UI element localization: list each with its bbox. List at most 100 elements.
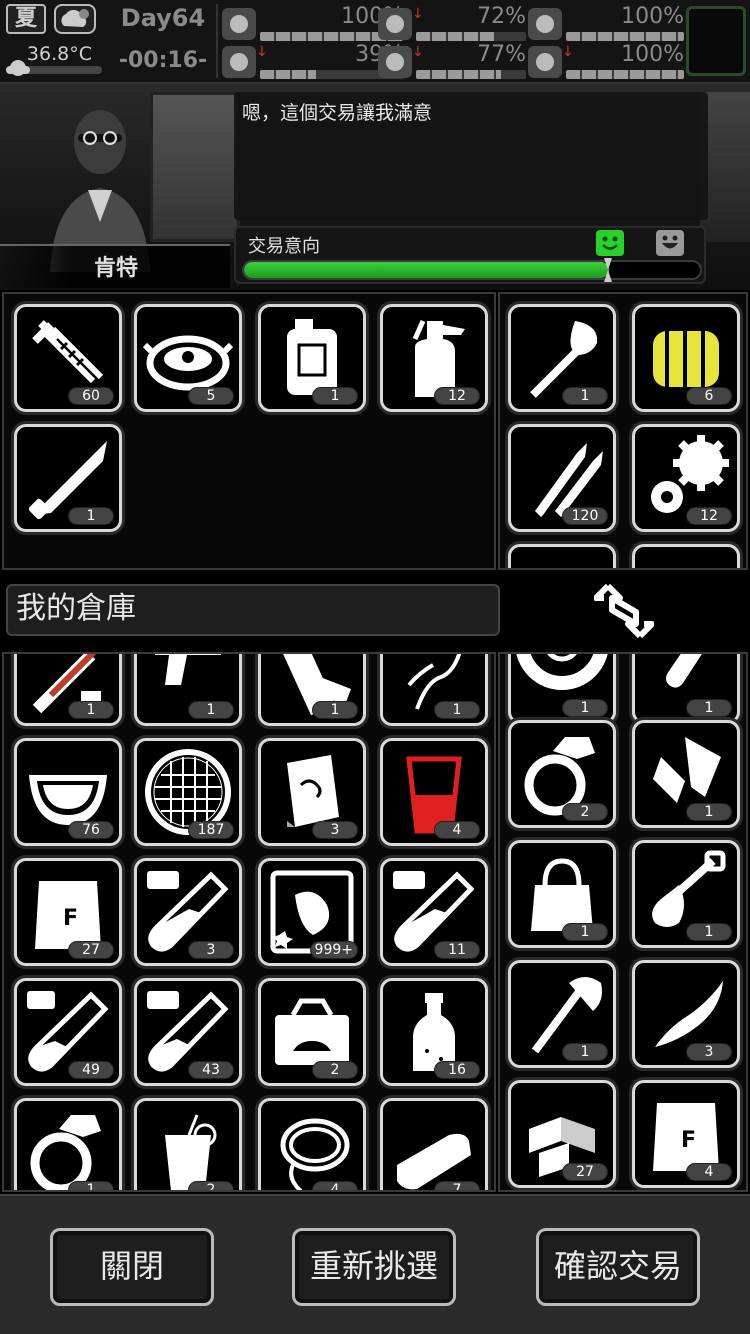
close-button[interactable]: 關閉 — [50, 1228, 214, 1306]
item-count: 187 — [188, 821, 234, 839]
item-count: 2 — [562, 803, 608, 821]
confirm-trade-button[interactable]: 確認交易 — [536, 1228, 700, 1306]
my-item-slot[interactable]: 999+ — [258, 858, 366, 966]
my-item-slot[interactable]: 1 — [258, 654, 366, 726]
item-count: 1 — [312, 387, 358, 405]
npc-item-slot[interactable] — [632, 544, 740, 568]
item-count: 1 — [312, 701, 358, 719]
rope-icon — [280, 1118, 350, 1190]
medkit-icon — [222, 8, 256, 40]
npc-header: 肯特 嗯，這個交易讓我滿意 交易意向 — [0, 84, 750, 290]
my-item-slot[interactable]: F 27 — [14, 858, 122, 966]
divider — [216, 4, 218, 78]
my-item-slot[interactable]: 1 — [632, 654, 740, 724]
npc-item-slot[interactable]: 60 — [14, 304, 122, 412]
my-item-slot[interactable]: 4 — [258, 1098, 366, 1190]
item-count: 999+ — [309, 941, 358, 959]
npc-item-slot[interactable]: 1 — [508, 304, 616, 412]
footer: 關閉 重新挑選 確認交易 — [0, 1194, 750, 1334]
npc-item-slot[interactable]: 5 — [134, 304, 242, 412]
stat-bar — [566, 70, 684, 79]
item-count: 1 — [68, 1181, 114, 1190]
my-item-slot[interactable]: 1 — [14, 1098, 122, 1190]
my-inventory-right[interactable]: 1 1 2 1 1 1 1 3 27 F 4 — [498, 652, 748, 1192]
stat-value: 72% — [477, 4, 526, 29]
temperature-value: 36.8°C — [26, 43, 92, 65]
my-item-slot[interactable]: F4 — [632, 1080, 740, 1188]
my-item-slot[interactable]: 7 — [380, 1098, 488, 1190]
my-item-slot[interactable]: 3 — [258, 738, 366, 846]
item-count: 1 — [562, 387, 608, 405]
my-item-slot[interactable]: 1 — [508, 840, 616, 948]
my-item-slot[interactable]: 2 — [134, 1098, 242, 1190]
npc-item-slot[interactable]: 120 — [508, 424, 616, 532]
item-count: 76 — [68, 821, 114, 839]
stat-hunger: ↓ 72% — [378, 4, 526, 42]
item-count: 49 — [68, 1061, 114, 1079]
item-count: 4 — [434, 821, 480, 839]
my-inventory-left[interactable]: 1 1 1 1 76 187 3 4 F 27 3 999+ 11 49 43 2 16 1 2 4 7 — [2, 652, 496, 1192]
my-item-slot[interactable]: 2 — [508, 720, 616, 828]
storage-title: 我的倉庫 — [6, 584, 500, 636]
my-item-slot[interactable]: 3 — [134, 858, 242, 966]
stat-bar — [416, 32, 526, 41]
my-item-slot[interactable]: 1 — [632, 720, 740, 828]
happy-face-icon — [596, 230, 624, 256]
item-count: 1 — [686, 923, 732, 941]
my-item-slot[interactable]: 2 — [258, 978, 366, 1086]
item-count: 12 — [434, 387, 480, 405]
speech-text: 嗯，這個交易讓我滿意 — [242, 102, 433, 124]
reselect-button[interactable]: 重新挑選 — [292, 1228, 456, 1306]
my-item-slot[interactable]: 1 — [380, 654, 488, 726]
item-count: 2 — [188, 1181, 234, 1190]
stat-bar — [566, 32, 684, 41]
item-count: 16 — [434, 1061, 480, 1079]
item-count: 43 — [188, 1061, 234, 1079]
item-count: 1 — [562, 923, 608, 941]
day-counter: Day64 — [120, 4, 206, 32]
my-item-slot[interactable]: 16 — [380, 978, 488, 1086]
npc-item-slot[interactable]: 1 — [258, 304, 366, 412]
my-item-slot[interactable]: 1 — [632, 840, 740, 948]
stat-mood: ↓ 100% — [528, 42, 684, 80]
my-item-slot[interactable]: 49 — [14, 978, 122, 1086]
npc-item-slot[interactable]: 6 — [632, 304, 740, 412]
npc-inventory-left[interactable]: 60 5 1 12 1 — [2, 292, 496, 570]
npc-inventory-right[interactable]: 1 6 120 12 — [498, 292, 748, 570]
my-item-slot[interactable]: 1 — [508, 960, 616, 1068]
trade-intent-marker — [604, 258, 612, 282]
player-portrait-slot[interactable] — [686, 6, 746, 76]
speech-bubble: 嗯，這個交易讓我滿意 — [234, 92, 708, 220]
npc-item-slot[interactable]: 12 — [380, 304, 488, 412]
npc-item-slot[interactable]: 12 — [632, 424, 740, 532]
my-item-slot[interactable]: 187 — [134, 738, 242, 846]
npc-item-slot[interactable]: 1 — [14, 424, 122, 532]
item-count: 1 — [434, 701, 480, 719]
svg-text:F: F — [681, 1128, 696, 1153]
my-item-slot[interactable]: 27 — [508, 1080, 616, 1188]
background-window — [150, 92, 240, 242]
my-item-slot[interactable]: 1 — [14, 654, 122, 726]
juice-glass-icon — [165, 1114, 217, 1190]
npc-item-slot[interactable] — [508, 544, 616, 568]
weather-icon — [54, 4, 96, 34]
swap-arrows-icon[interactable] — [594, 580, 654, 642]
boot-icon — [222, 46, 256, 78]
my-item-slot[interactable]: 76 — [14, 738, 122, 846]
pill-icon — [528, 8, 562, 40]
ring-icon — [30, 1115, 101, 1190]
my-item-slot[interactable]: 43 — [134, 978, 242, 1086]
my-item-slot[interactable]: 1 — [134, 654, 242, 726]
item-count: 11 — [434, 941, 480, 959]
item-count: 1 — [562, 1043, 608, 1061]
game-clock: -00:16- — [118, 48, 208, 73]
my-item-slot[interactable]: 4 — [380, 738, 488, 846]
my-item-slot[interactable]: 3 — [632, 960, 740, 1068]
trade-intent-label: 交易意向 — [248, 236, 320, 257]
stat-medicine: 100% — [528, 4, 684, 42]
bread-icon — [397, 1133, 471, 1190]
stat-bar — [416, 70, 526, 79]
svg-text:F: F — [63, 906, 78, 931]
my-item-slot[interactable]: 1 — [508, 654, 616, 724]
my-item-slot[interactable]: 11 — [380, 858, 488, 966]
